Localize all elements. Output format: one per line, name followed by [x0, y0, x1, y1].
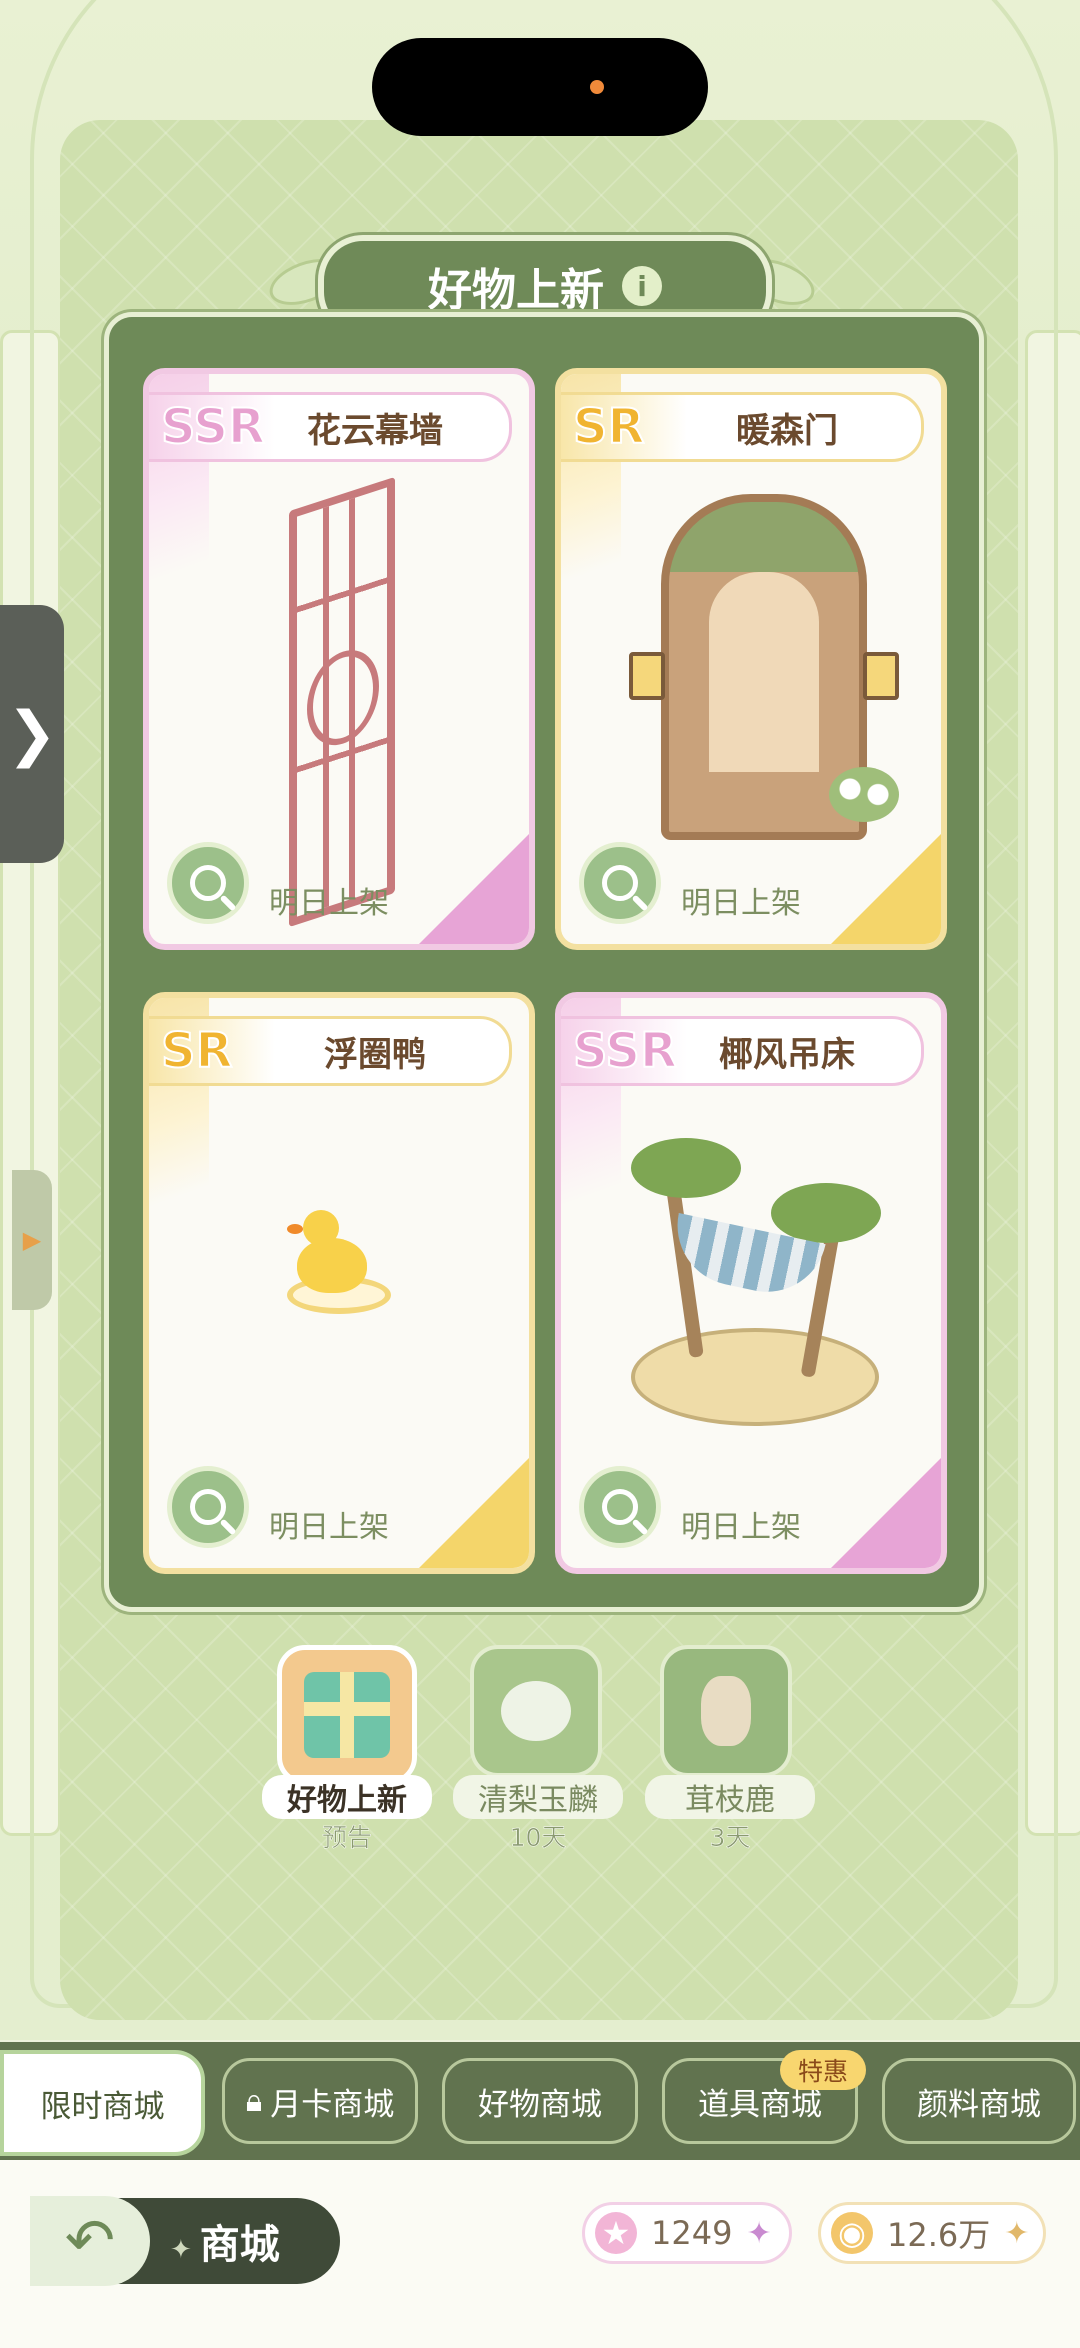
corner-decoration	[419, 1458, 529, 1568]
banner-tab-sub: 3天	[709, 1823, 751, 1853]
coin-currency[interactable]: ◉ 12.6万 ✦	[818, 2202, 1046, 2264]
star-currency[interactable]: ★ 1249 ✦	[582, 2202, 792, 2264]
rarity-label: SR	[572, 398, 646, 456]
rarity-label: SSR	[572, 1022, 678, 1080]
back-arrow-icon: ↶	[64, 2206, 116, 2276]
palm-fronds	[631, 1138, 741, 1198]
corner-decoration	[831, 1458, 941, 1568]
shop-tab-monthly[interactable]: 🔒︎ 月卡商城	[222, 2058, 418, 2144]
add-coin-icon[interactable]: ✦	[1004, 2216, 1029, 2251]
duck-art	[287, 1210, 367, 1293]
star-currency-amount: 1249	[651, 2214, 733, 2252]
item-name-bar: SR 暖森门	[561, 392, 924, 462]
side-drawer-toggle[interactable]: ❯	[0, 605, 64, 863]
corner-decoration	[831, 834, 941, 944]
corner-decoration	[419, 834, 529, 944]
item-name: 浮圈鸭	[324, 1034, 426, 1075]
magnifier-icon	[602, 865, 638, 901]
sale-badge: 特惠	[780, 2050, 866, 2090]
banner-tab-label: 清梨玉麟	[453, 1775, 623, 1819]
preview-button[interactable]	[579, 1466, 661, 1548]
shop-tab-label: 好物商城	[478, 2086, 602, 2123]
qilin-icon	[470, 1645, 602, 1777]
camera-dot	[590, 80, 604, 94]
info-icon[interactable]: i	[622, 266, 662, 306]
arrow-right-icon: ▶	[22, 1226, 42, 1254]
palm-fronds	[771, 1183, 881, 1243]
page-title: 好物上新	[428, 265, 604, 316]
star-currency-icon: ★	[595, 2212, 637, 2254]
banner-tab-qingli-yulin[interactable]	[470, 1645, 602, 1777]
magnifier-icon	[602, 1489, 638, 1525]
camera-notch	[372, 38, 708, 136]
shop-tab-goods[interactable]: 好物商城	[442, 2058, 638, 2144]
coin-amount: 12.6万	[887, 2216, 991, 2254]
island-art	[631, 1328, 879, 1426]
back-button[interactable]: ↶	[30, 2196, 150, 2286]
item-name: 椰风吊床	[719, 1034, 855, 1075]
shop-tab-limited[interactable]: 限时商城	[0, 2050, 205, 2156]
gift-box-icon	[277, 1645, 417, 1785]
item-name-bar: SR 浮圈鸭	[149, 1016, 512, 1086]
banner-tab-new-goods[interactable]	[277, 1645, 417, 1785]
item-card-1[interactable]: SSR 花云幕墙 明日上架	[143, 368, 535, 950]
deer-icon	[660, 1645, 792, 1777]
side-tab-handle[interactable]: ▶	[12, 1170, 52, 1310]
shop-tab-paint[interactable]: 颜料商城	[882, 2058, 1076, 2144]
item-name-bar: SSR 花云幕墙	[149, 392, 512, 462]
coin-icon: ◉	[831, 2212, 873, 2254]
lock-icon: 🔒︎	[245, 2082, 263, 2119]
page-name-text: 商城	[199, 2222, 280, 2268]
preview-button[interactable]	[167, 1466, 249, 1548]
page-name: ✦ 商城	[170, 2212, 280, 2270]
banner-tab-label: 茸枝鹿	[645, 1775, 815, 1819]
banner-tab-sub: 预告	[321, 1823, 373, 1853]
preview-button[interactable]	[167, 842, 249, 924]
shop-tab-label: 月卡商城	[270, 2086, 395, 2123]
shop-tab-label: 限时商城	[40, 2088, 165, 2125]
banner-tab-rongzhi-lu[interactable]	[660, 1645, 792, 1777]
item-name: 暖森门	[736, 410, 838, 451]
item-status: 明日上架	[269, 886, 389, 921]
magnifier-icon	[190, 1489, 226, 1525]
item-card-4[interactable]: SSR 椰风吊床 明日上架	[555, 992, 947, 1574]
rarity-label: SR	[160, 1022, 234, 1080]
add-star-icon[interactable]: ✦	[746, 2216, 771, 2251]
item-status: 明日上架	[681, 886, 801, 921]
item-status: 明日上架	[681, 1510, 801, 1545]
banner-tab-label: 好物上新	[262, 1775, 432, 1819]
preview-button[interactable]	[579, 842, 661, 924]
shop-tab-label: 颜料商城	[917, 2086, 1041, 2123]
item-name-bar: SSR 椰风吊床	[561, 1016, 924, 1086]
magnifier-icon	[190, 865, 226, 901]
banner-tab-sub: 10天	[509, 1823, 567, 1853]
flower-screen-art	[289, 476, 395, 928]
item-card-3[interactable]: SR 浮圈鸭 明日上架	[143, 992, 535, 1574]
item-card-2[interactable]: SR 暖森门 明日上架	[555, 368, 947, 950]
item-status: 明日上架	[269, 1510, 389, 1545]
item-name: 花云幕墙	[307, 410, 443, 451]
chevron-right-icon: ❯	[6, 699, 58, 769]
forest-door-art	[629, 494, 899, 840]
sparkle-icon: ✦	[170, 2235, 192, 2265]
rarity-label: SSR	[160, 398, 266, 456]
